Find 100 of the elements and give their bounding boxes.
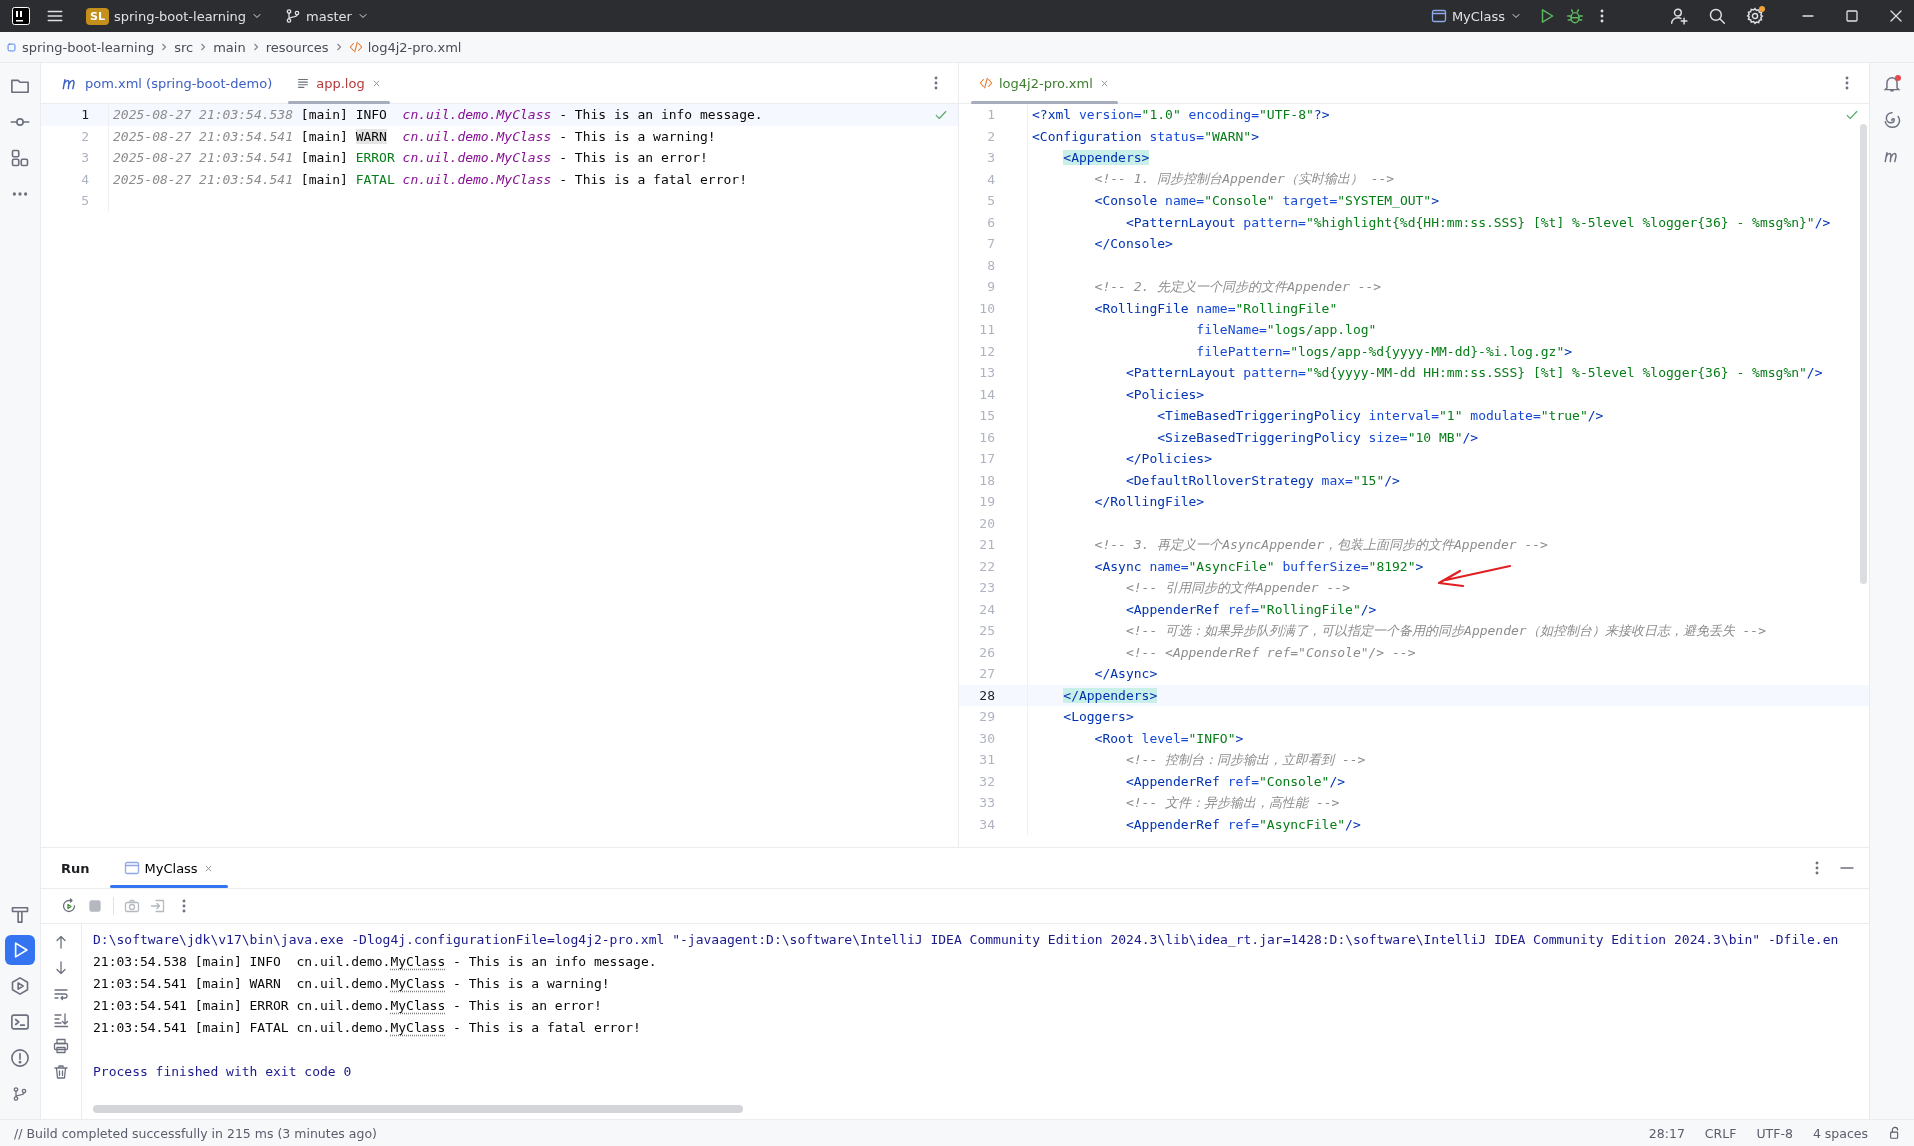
line-number: 29 [959, 706, 1028, 728]
class-link[interactable]: MyClass [390, 953, 446, 969]
code-line: <!-- <AppenderRef ref="Console"/> --> [1124, 644, 1416, 660]
line-number: 30 [959, 727, 1028, 749]
close-icon[interactable] [1888, 8, 1904, 24]
code-line: <AppenderRef ref="Console"/> [1124, 773, 1346, 789]
line-number: 4 [41, 168, 109, 190]
line-number: 10 [959, 297, 1028, 319]
notifications-icon[interactable] [1883, 75, 1901, 93]
editor-tab[interactable]: log4j2-pro.xml [967, 63, 1122, 103]
cursor-position[interactable]: 28:17 [1648, 1125, 1685, 1141]
spiral-icon[interactable] [1883, 111, 1901, 129]
line-number: 34 [959, 813, 1028, 835]
chevron-icon [199, 43, 208, 51]
code-line: <PatternLayout pattern="%highlight{%d{HH:mm:ss.SSS} [%t] %-5level %logger{36} - %msg%n}"/> [1124, 214, 1831, 230]
status-message: // Build completed successfully in 215 ms (3 minutes ago) [14, 1125, 377, 1141]
code-line: <TimeBasedTriggeringPolicy interval="1" modulate="true"/> [1156, 408, 1604, 424]
code-line: <AppenderRef ref="RollingFile"/> [1124, 601, 1377, 617]
structure-icon[interactable] [10, 148, 30, 168]
settings-icon[interactable] [1746, 7, 1764, 25]
app-logo-icon[interactable] [12, 7, 30, 25]
code-line: 2025-08-27 21:03:54.541 [main] ERROR cn.uil.demo.MyClass - This is an error! [112, 150, 708, 166]
line-number: 2 [41, 125, 109, 147]
breadcrumb-item[interactable]: main [213, 39, 246, 55]
rerun-icon[interactable] [61, 898, 77, 914]
line-number: 12 [959, 340, 1028, 362]
window-icon [1430, 8, 1447, 24]
line-number: 2 [959, 125, 1028, 147]
line-number: 9 [959, 276, 1028, 298]
soft-wrap-icon[interactable] [53, 986, 69, 1002]
code-line: <Policies> [1124, 386, 1205, 402]
scroll-to-end-icon[interactable] [53, 1012, 69, 1028]
breadcrumb-item[interactable]: src [174, 39, 194, 55]
line-number: 3 [41, 147, 109, 169]
console-line: Process finished with exit code 0 [93, 1063, 352, 1079]
line-ending[interactable]: CRLF [1704, 1125, 1737, 1141]
console-line: D:\software\jdk\v17\bin\java.exe -Dlog4j.configurationFile=log4j2-pro.xml "-javaagent:D:\software\IntelliJ IDEA Community Edition 2024.3\lib\idea_rt.jar=1428:D:\software\IntelliJ IDEA Community Edition 2024.3\bin" -Dfile.en [93, 931, 1839, 947]
code-line: <AppenderRef ref="AsyncFile"/> [1124, 816, 1361, 832]
check-icon [934, 108, 948, 122]
problems-icon[interactable] [10, 1048, 30, 1068]
hammer-icon[interactable] [10, 904, 30, 924]
run-configuration-selector[interactable]: MyClass [1424, 5, 1528, 27]
line-number: 1 [959, 104, 1028, 126]
code-line: 2025-08-27 21:03:54.541 [main] FATAL cn.uil.demo.MyClass - This is a fatal error! [112, 171, 747, 187]
line-number: 4 [959, 168, 1028, 190]
line-number: 28 [959, 684, 1028, 706]
terminal-icon[interactable] [10, 1012, 30, 1032]
file-encoding[interactable]: UTF-8 [1756, 1125, 1793, 1141]
code-line: <!-- 1. 同步控制台Appender（实时输出） --> [1093, 170, 1395, 189]
line-number: 19 [959, 491, 1028, 513]
add-user-icon[interactable] [1670, 7, 1688, 25]
line-number: 11 [959, 319, 1028, 341]
scrollbar[interactable] [1860, 124, 1867, 584]
code-icon [979, 76, 993, 90]
arrow-down-icon[interactable] [53, 960, 69, 976]
run-tab[interactable]: MyClass [109, 848, 228, 888]
class-link[interactable]: MyClass [390, 997, 446, 1013]
scrollbar[interactable] [93, 1105, 743, 1113]
branch-icon[interactable] [12, 1086, 28, 1102]
code-line: </Async> [1093, 666, 1158, 682]
line-number: 3 [959, 147, 1028, 169]
console-line: 21:03:54.541 [main] FATAL cn.uil.demo.MyClass - This is a fatal error! [93, 1019, 641, 1035]
print-icon[interactable] [53, 1038, 69, 1054]
code-line: <Async name="AsyncFile" bufferSize="8192"> [1093, 558, 1424, 574]
chevron-icon [160, 43, 169, 51]
editor-tab[interactable]: pom.xml (spring-boot-demo) [49, 63, 285, 103]
breadcrumb-item[interactable]: log4j2-pro.xml [367, 39, 462, 55]
line-number: 33 [959, 792, 1028, 814]
code-line: <DefaultRolloverStrategy max="15"/> [1124, 472, 1400, 488]
line-number: 32 [959, 770, 1028, 792]
line-number: 22 [959, 555, 1028, 577]
branch-selector[interactable]: master [279, 5, 375, 27]
code-line: <?xml version="1.0" encoding="UTF-8"?> [1031, 107, 1330, 123]
panel-title: Run [60, 859, 91, 878]
code-line: fileName="logs/app.log" [1195, 322, 1377, 338]
line-number: 8 [959, 254, 1028, 276]
text-file-icon [296, 76, 311, 90]
services-icon[interactable] [10, 976, 30, 996]
module-icon [6, 41, 17, 53]
debug-icon[interactable] [1566, 7, 1584, 25]
maximize-icon[interactable] [1844, 8, 1860, 24]
editor-tab[interactable]: app.log [284, 63, 394, 103]
indent-setting[interactable]: 4 spaces [1812, 1125, 1868, 1141]
breadcrumb-item[interactable]: resources [265, 39, 329, 55]
trash-icon[interactable] [53, 1064, 69, 1080]
branch-icon[interactable] [285, 8, 302, 24]
line-number: 5 [41, 190, 109, 212]
line-number: 7 [959, 233, 1028, 255]
arrow-up-icon[interactable] [53, 934, 69, 950]
project-selector[interactable]: SL spring-boot-learning [80, 4, 270, 28]
code-line: 2025-08-27 21:03:54.541 [main] WARN cn.uil.demo.MyClass - This is a warning! [112, 128, 716, 144]
class-link[interactable]: MyClass [390, 975, 446, 991]
code-line: filePattern="logs/app-%d{yyyy-MM-dd}-%i.log.gz"> [1195, 343, 1573, 359]
code-line: <PatternLayout pattern="%d{yyyy-MM-dd HH:mm:ss.SSS} [%t] %-5level %logger{36} - %msg%n"/> [1124, 365, 1823, 381]
code-line: <Root level="INFO"> [1093, 730, 1244, 746]
search-icon[interactable] [1708, 7, 1726, 25]
class-link[interactable]: MyClass [390, 1019, 446, 1035]
code-line: <!-- 文件：异步输出，高性能 --> [1124, 793, 1340, 812]
breadcrumb-item[interactable]: spring-boot-learning [22, 39, 155, 55]
code-line: 2025-08-27 21:03:54.538 [main] INFO cn.uil.demo.MyClass - This is an info message. [112, 107, 763, 123]
